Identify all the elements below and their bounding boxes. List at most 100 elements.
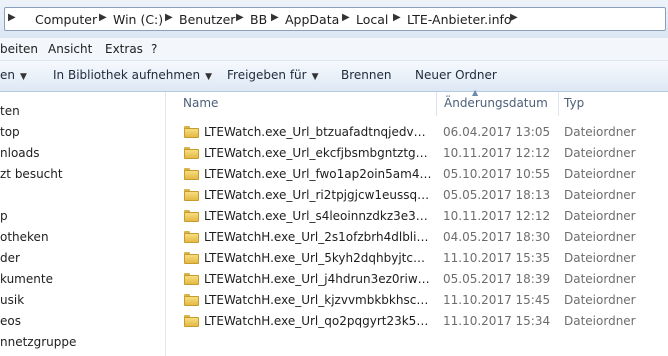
file-row[interactable]: LTEWatch.exe_Url_btzuafadtnqjedvdj5yg...… [170, 123, 668, 144]
nav-item-homegroup[interactable]: nnetzgruppe [0, 335, 76, 349]
nav-item-downloads[interactable]: nloads [0, 146, 40, 160]
file-type: Dateiordner [564, 146, 636, 160]
file-row[interactable]: LTEWatch.exe_Url_ri2tpjgjcw1eussqrzf0xy.… [170, 186, 668, 207]
column-type[interactable]: Typ [564, 96, 584, 110]
file-name: LTEWatch.exe_Url_ekcfjbsmbgntztgzzar4... [204, 146, 432, 160]
file-type: Dateiordner [564, 188, 636, 202]
folder-icon [184, 294, 199, 306]
file-date: 11.10.2017 15:45 [443, 293, 551, 307]
file-type: Dateiordner [564, 209, 636, 223]
breadcrumb-bb[interactable]: BB [250, 12, 267, 27]
menu-extras[interactable]: Extras [105, 42, 143, 56]
file-type: Dateiordner [564, 125, 636, 139]
nav-item-documents[interactable]: kumente [0, 272, 53, 286]
address-bar-area: ▶ Computer ▶ Win (C:) ▶ Benutzer ▶ BB ▶ … [0, 0, 668, 38]
column-name[interactable]: Name [183, 96, 218, 110]
file-row[interactable]: LTEWatch.exe_Url_s4leoinnzdkz3e3wzl0w...… [170, 207, 668, 228]
menu-ansicht[interactable]: Ansicht [48, 42, 92, 56]
folder-icon [184, 210, 199, 222]
chevron-right-icon[interactable]: ▶ [510, 12, 518, 23]
burn-button[interactable]: Brennen [341, 68, 391, 82]
file-row[interactable]: LTEWatchH.exe_Url_2s1ofzbrh4dlbli22ika..… [170, 228, 668, 249]
file-row[interactable]: LTEWatchH.exe_Url_5kyh2dqhbyjtc5ud1y... … [170, 249, 668, 270]
chevron-right-icon[interactable]: ▶ [165, 12, 173, 23]
menu-bar: beiten Ansicht Extras ? [0, 38, 668, 61]
share-with-label: Freigeben für [227, 68, 307, 82]
column-divider[interactable] [558, 92, 559, 116]
file-row[interactable]: LTEWatchH.exe_Url_j4hdrun3ez0riw1eani...… [170, 270, 668, 291]
folder-icon [184, 315, 199, 327]
column-divider[interactable] [436, 92, 437, 116]
folder-icon [184, 168, 199, 180]
folder-icon [184, 126, 199, 138]
chevron-right-icon[interactable]: ▶ [99, 12, 107, 23]
nav-item-recent[interactable]: zt besucht [0, 167, 63, 181]
nav-item-dropbox[interactable]: p [0, 209, 8, 223]
command-toolbar: en ▼ In Bibliothek aufnehmen ▼ Freigeben f… [0, 61, 668, 92]
file-name: LTEWatchH.exe_Url_j4hdrun3ez0riw1eani... [204, 272, 432, 286]
file-date: 05.05.2017 18:39 [443, 272, 551, 286]
file-name: LTEWatchH.exe_Url_qo2pqgyrt23k50kx40... [204, 314, 432, 328]
file-date: 10.11.2017 12:12 [443, 209, 551, 223]
folder-icon [184, 273, 199, 285]
nav-item-libraries[interactable]: otheken [0, 230, 49, 244]
file-date: 11.10.2017 15:34 [443, 314, 551, 328]
chevron-right-icon[interactable]: ▶ [236, 12, 244, 23]
menu-bearbeiten[interactable]: beiten [0, 42, 38, 56]
new-folder-button[interactable]: Neuer Ordner [415, 68, 497, 82]
include-in-library-label: In Bibliothek aufnehmen [53, 68, 201, 82]
column-header: ▲ Name Änderungsdatum Typ [170, 88, 668, 116]
breadcrumb-current-folder[interactable]: LTE-Anbieter.info [407, 12, 512, 27]
breadcrumb-drive[interactable]: Win (C:) [113, 12, 163, 27]
pane-divider[interactable] [165, 92, 166, 356]
chevron-right-icon[interactable]: ▶ [8, 12, 16, 23]
navigation-pane: ten top nloads zt besucht p otheken der … [0, 92, 165, 356]
file-type: Dateiordner [564, 314, 636, 328]
dropdown-caret-icon: ▼ [205, 72, 212, 82]
file-date: 04.05.2017 18:30 [443, 230, 551, 244]
file-row[interactable]: LTEWatchH.exe_Url_qo2pqgyrt23k50kx40... … [170, 312, 668, 333]
organize-button[interactable]: en ▼ [0, 68, 27, 82]
nav-item-pictures[interactable]: der [0, 251, 20, 265]
file-name: LTEWatch.exe_Url_ri2tpjgjcw1eussqrzf0xy.… [204, 188, 432, 202]
menu-help[interactable]: ? [151, 42, 157, 56]
folder-icon [184, 189, 199, 201]
file-name: LTEWatch.exe_Url_s4leoinnzdkz3e3wzl0w... [204, 209, 432, 223]
breadcrumb-computer[interactable]: Computer [35, 12, 97, 27]
file-name: LTEWatchH.exe_Url_2s1ofzbrh4dlbli22ika..… [204, 230, 432, 244]
file-type: Dateiordner [564, 251, 636, 265]
folder-icon [184, 231, 199, 243]
nav-item-favoriten[interactable]: ten [0, 104, 20, 118]
file-type: Dateiordner [564, 272, 636, 286]
nav-item-videos[interactable]: eos [0, 314, 21, 328]
folder-icon [184, 147, 199, 159]
share-with-button[interactable]: Freigeben für ▼ [227, 68, 319, 82]
dropdown-caret-icon: ▼ [20, 72, 27, 82]
file-date: 10.11.2017 12:12 [443, 146, 551, 160]
organize-label: en [0, 68, 15, 82]
column-date[interactable]: Änderungsdatum [444, 96, 548, 110]
file-row[interactable]: LTEWatchH.exe_Url_kjzvvmbkbkhscyatty... … [170, 291, 668, 312]
file-row[interactable]: LTEWatch.exe_Url_fwo1ap2oin5am45nws... 0… [170, 165, 668, 186]
chevron-right-icon[interactable]: ▶ [271, 12, 279, 23]
file-type: Dateiordner [564, 293, 636, 307]
nav-item-music[interactable]: usik [0, 293, 24, 307]
file-name: LTEWatch.exe_Url_btzuafadtnqjedvdj5yg... [204, 125, 432, 139]
file-date: 05.10.2017 10:55 [443, 167, 551, 181]
breadcrumb-appdata[interactable]: AppData [285, 12, 339, 27]
include-in-library-button[interactable]: In Bibliothek aufnehmen ▼ [53, 68, 212, 82]
file-name: LTEWatchH.exe_Url_5kyh2dqhbyjtc5ud1y... [204, 251, 432, 265]
file-row[interactable]: LTEWatch.exe_Url_ekcfjbsmbgntztgzzar4...… [170, 144, 668, 165]
file-date: 11.10.2017 15:35 [443, 251, 551, 265]
address-bar[interactable]: ▶ Computer ▶ Win (C:) ▶ Benutzer ▶ BB ▶ … [4, 7, 666, 31]
file-date: 06.04.2017 13:05 [443, 125, 551, 139]
chevron-right-icon[interactable]: ▶ [393, 12, 401, 23]
file-type: Dateiordner [564, 230, 636, 244]
breadcrumb-local[interactable]: Local [356, 12, 388, 27]
dropdown-caret-icon: ▼ [311, 72, 319, 82]
chevron-right-icon[interactable]: ▶ [342, 12, 350, 23]
folder-icon [184, 252, 199, 264]
breadcrumb-benutzer[interactable]: Benutzer [179, 12, 235, 27]
file-date: 05.05.2017 18:13 [443, 188, 551, 202]
nav-item-desktop[interactable]: top [0, 125, 20, 139]
